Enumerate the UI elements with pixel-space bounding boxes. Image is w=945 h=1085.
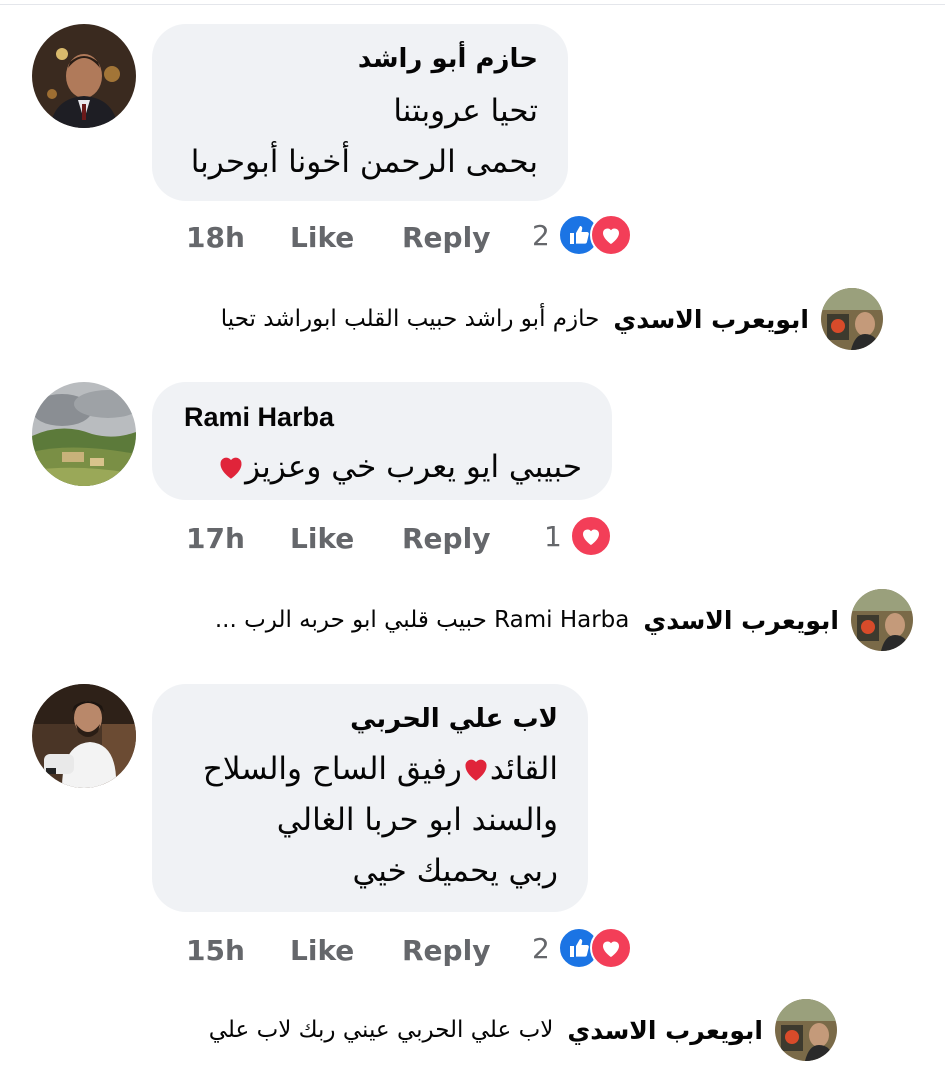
comment-actions: 18h Like Reply (186, 217, 538, 257)
comment-text: القائد (489, 751, 558, 787)
love-icon (589, 214, 632, 256)
reply-avatar[interactable] (775, 999, 837, 1061)
reaction-count: 1 (544, 519, 562, 553)
comment-timestamp[interactable]: 15h (186, 934, 290, 967)
comment-author[interactable]: حازم أبو راشد (182, 42, 538, 76)
comment-text: حبيبي ايو يعرب خي وعزيز (245, 449, 582, 485)
love-icon (589, 927, 632, 969)
comment-actions: 17h Like Reply (186, 518, 538, 558)
reaction-count: 2 (532, 218, 550, 252)
avatar[interactable] (32, 24, 136, 128)
comment-text-line: القائد رفيق الساح والسلاح (182, 744, 558, 795)
reply-text: حازم أبو راشد حبيب القلب ابوراشد تحيا (220, 306, 600, 332)
like-button[interactable]: Like (290, 934, 402, 967)
reply-author[interactable]: ابويعرب الاسدي (613, 305, 809, 334)
comment-author[interactable]: لاب علي الحربي (182, 702, 558, 736)
avatar[interactable] (32, 382, 136, 486)
reaction-summary[interactable]: 1 (544, 514, 612, 558)
reply-button[interactable]: Reply (402, 522, 538, 555)
reply-text: Rami Harba حبيب قلبي ابو حربه الرب ... (214, 607, 630, 633)
comment-author[interactable]: Rami Harba (184, 400, 582, 434)
reply-button[interactable]: Reply (402, 221, 538, 254)
red-heart-emoji-icon (217, 453, 245, 481)
love-icon (569, 515, 612, 557)
like-button[interactable]: Like (290, 221, 402, 254)
comment-bubble[interactable]: لاب علي الحربي القائد رفيق الساح والسلاح … (152, 684, 588, 912)
reply-preview[interactable]: ابويعرب الاسدي لاب علي الحربي عيني ربك ل… (209, 998, 837, 1062)
comment-bubble[interactable]: حازم أبو راشد تحيا عروبتنا بحمى الرحمن أ… (152, 24, 568, 201)
reply-button[interactable]: Reply (402, 934, 538, 967)
comment-text-line: ربي يحميك خيي (352, 853, 558, 889)
comment-text-line: والسند ابو حربا الغالي (276, 802, 558, 838)
reaction-summary[interactable]: 2 (532, 926, 632, 970)
comment-actions: 15h Like Reply (186, 930, 538, 970)
like-button[interactable]: Like (290, 522, 402, 555)
reply-author[interactable]: ابويعرب الاسدي (643, 606, 839, 635)
reaction-summary[interactable]: 2 (532, 213, 632, 257)
comment-timestamp[interactable]: 17h (186, 522, 290, 555)
comment-bubble[interactable]: Rami Harba حبيبي ايو يعرب خي وعزيز (152, 382, 612, 500)
reply-text: لاب علي الحربي عيني ربك لاب علي (208, 1017, 554, 1043)
reply-author[interactable]: ابويعرب الاسدي (567, 1016, 763, 1045)
top-divider (0, 4, 945, 5)
reply-avatar[interactable] (851, 589, 913, 651)
reply-preview[interactable]: ابويعرب الاسدي حازم أبو راشد حبيب القلب … (221, 287, 883, 351)
comment-text-line: بحمى الرحمن أخونا أبوحربا (190, 144, 538, 180)
avatar[interactable] (32, 684, 136, 788)
comment-timestamp[interactable]: 18h (186, 221, 290, 254)
red-heart-emoji-icon (462, 755, 490, 783)
comment-text-line: حبيبي ايو يعرب خي وعزيز (184, 442, 582, 493)
comment-text-line: تحيا عروبتنا (393, 93, 538, 129)
reply-preview[interactable]: ابويعرب الاسدي Rami Harba حبيب قلبي ابو … (215, 588, 913, 652)
comment-text: رفيق الساح والسلاح (202, 751, 462, 787)
reply-avatar[interactable] (821, 288, 883, 350)
reaction-count: 2 (532, 931, 550, 965)
